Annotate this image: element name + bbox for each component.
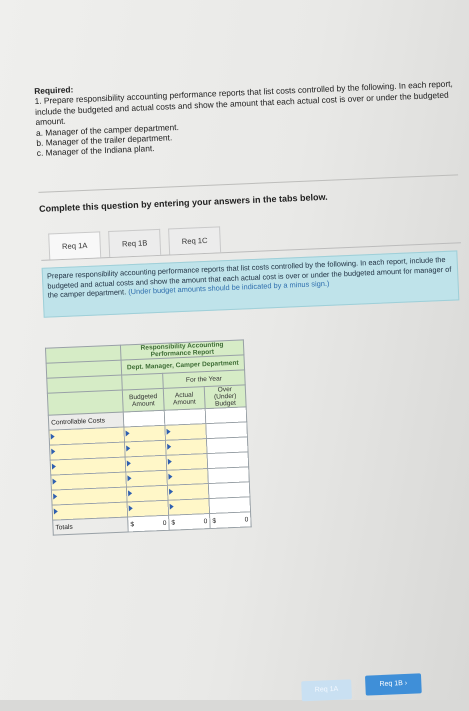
arrow-icon — [169, 503, 174, 510]
total-budgeted: $0 — [127, 515, 170, 532]
totals-label: Totals — [52, 516, 129, 536]
question-panel: Required: 1. Prepare responsibility acco… — [34, 68, 469, 705]
actual-input[interactable] — [166, 468, 209, 486]
total-actual: $0 — [168, 513, 211, 531]
col-budgeted-amount: Budgeted Amount — [122, 388, 165, 413]
arrow-icon — [168, 488, 174, 495]
page-background: Required: 1. Prepare responsibility acco… — [0, 0, 469, 702]
dropdown-arrow-icon — [51, 463, 57, 470]
arrow-icon — [168, 473, 173, 480]
tab-req-1c[interactable]: Req 1C — [168, 226, 222, 255]
arrow-icon — [126, 445, 131, 452]
over-under-cell — [206, 436, 249, 454]
budgeted-input[interactable] — [123, 425, 166, 443]
arrow-icon — [126, 460, 132, 467]
next-req-label: Req 1B — [379, 680, 404, 689]
divider — [38, 174, 459, 193]
prev-req-button[interactable]: Req 1A — [301, 679, 352, 702]
requirements-block: Required: 1. Prepare responsibility acco… — [34, 68, 457, 159]
total-over-under: $0 — [209, 511, 252, 529]
next-req-button[interactable]: Req 1B › — [364, 673, 422, 696]
dropdown-arrow-icon — [52, 478, 57, 485]
chevron-right-icon: › — [404, 679, 408, 687]
tab-req-1b[interactable]: Req 1B — [108, 228, 162, 257]
actual-input[interactable] — [167, 483, 209, 501]
complete-prompt: Complete this question by entering your … — [38, 191, 328, 214]
over-under-cell — [207, 451, 249, 469]
actual-input[interactable] — [166, 453, 208, 471]
arrow-icon — [166, 428, 171, 435]
budgeted-input[interactable] — [127, 500, 169, 517]
arrow-icon — [167, 458, 172, 465]
cost-label-input[interactable] — [52, 501, 128, 521]
dropdown-arrow-icon — [53, 493, 58, 500]
arrow-icon — [167, 443, 172, 450]
budgeted-input[interactable] — [124, 440, 167, 458]
dropdown-arrow-icon — [50, 433, 55, 440]
dropdown-arrow-icon — [51, 448, 56, 455]
performance-report-table: Responsibility Accounting Performance Re… — [45, 339, 252, 536]
arrow-icon — [127, 475, 132, 482]
over-under-cell — [208, 496, 251, 514]
arrow-icon — [125, 430, 130, 437]
over-under-cell — [207, 466, 250, 484]
col-over-under-budget: Over (Under) Budget — [204, 384, 247, 409]
arrow-icon — [128, 490, 133, 497]
actual-input[interactable] — [164, 423, 207, 441]
prev-req-label: Req 1A — [314, 685, 339, 694]
over-under-cell — [205, 421, 248, 439]
dropdown-arrow-icon — [53, 508, 58, 515]
budgeted-input[interactable] — [125, 470, 168, 487]
arrow-icon — [128, 505, 133, 512]
budgeted-input[interactable] — [126, 485, 168, 502]
actual-input[interactable] — [167, 498, 210, 516]
budgeted-input[interactable] — [125, 455, 167, 472]
actual-input[interactable] — [165, 438, 208, 456]
tab-req-1a[interactable]: Req 1A — [48, 231, 102, 260]
col-actual-amount: Actual Amount — [163, 386, 206, 411]
instructions-box: Prepare responsibility accounting perfor… — [41, 250, 460, 318]
instructions-text: Prepare responsibility accounting perfor… — [46, 254, 452, 300]
over-under-cell — [208, 481, 250, 499]
